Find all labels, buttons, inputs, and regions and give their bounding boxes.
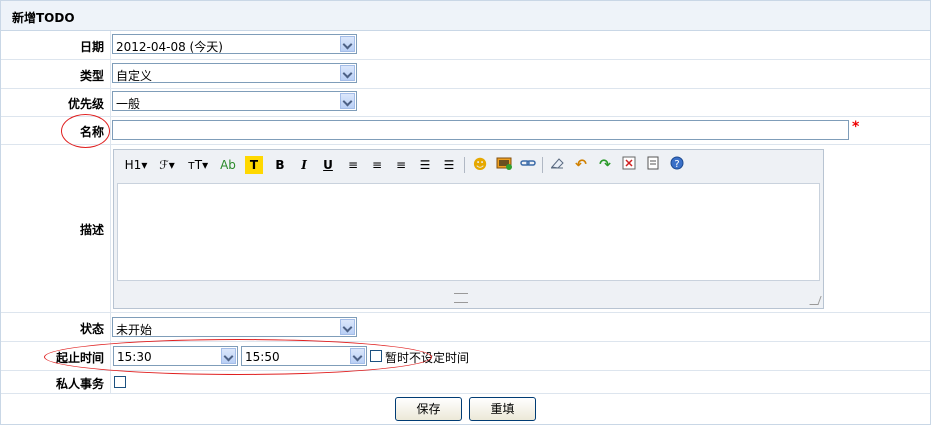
date-select[interactable]: 2012-04-08 (今天) — [112, 34, 357, 54]
editor-textarea[interactable] — [117, 183, 820, 281]
rich-text-editor: H1▾ ℱ▾ тT▾ Ab T B I U ≡ ≡ ≡ ☰ ☰ ☻ ↶ ↷ ? — [113, 149, 824, 309]
priority-cell — [110, 89, 111, 116]
undo-icon[interactable]: ↶ — [572, 156, 590, 174]
private-label: 私人事务 — [55, 377, 104, 391]
name-input[interactable] — [112, 120, 849, 140]
align-center-icon[interactable]: ≡ — [369, 156, 385, 174]
description-label: 描述 — [79, 223, 104, 237]
editor-toolbar: H1▾ ℱ▾ тT▾ Ab T B I U ≡ ≡ ≡ ☰ ☰ ☻ ↶ ↷ ? — [114, 150, 823, 180]
unordered-list-icon[interactable]: ☰ — [441, 156, 457, 174]
font-family-button[interactable]: ℱ▾ — [156, 156, 178, 174]
ordered-list-icon[interactable]: ☰ — [417, 156, 433, 174]
italic-button[interactable]: I — [296, 156, 312, 174]
no-time-label: 暂时不设定时间 — [385, 351, 470, 365]
start-time-select[interactable]: 15:30 — [113, 346, 238, 366]
svg-text:?: ? — [674, 159, 679, 170]
status-row: 状态 未开始 — [1, 313, 930, 342]
date-row: 日期 2012-04-08 (今天) — [1, 31, 930, 60]
size-label: тT — [187, 158, 203, 172]
underline-button[interactable]: U — [320, 156, 336, 174]
date-label: 日期 — [79, 40, 104, 54]
form-header: 新增TODO — [1, 1, 930, 31]
status-label: 状态 — [79, 322, 104, 336]
align-left-icon[interactable]: ≡ — [345, 156, 361, 174]
private-checkbox[interactable] — [114, 376, 126, 388]
status-select[interactable]: 未开始 — [112, 317, 357, 337]
type-label: 类型 — [79, 69, 104, 83]
type-cell — [110, 60, 111, 88]
chevron-down-icon[interactable] — [340, 65, 355, 81]
chevron-down-icon[interactable] — [340, 319, 355, 335]
status-value: 未开始 — [116, 323, 153, 337]
underline-label: U — [323, 158, 333, 172]
private-cell — [110, 371, 111, 393]
status-cell — [110, 313, 111, 341]
heading-button[interactable]: H1▾ — [124, 156, 148, 174]
chevron-down-icon[interactable] — [221, 348, 236, 364]
font-label: ℱ — [159, 158, 169, 172]
form-title: 新增TODO — [12, 11, 75, 25]
name-cell — [110, 117, 111, 144]
end-time-select[interactable]: 15:50 — [241, 346, 367, 366]
type-row: 类型 自定义 — [1, 60, 930, 89]
description-cell — [110, 145, 111, 312]
priority-select[interactable]: 一般 — [112, 91, 357, 111]
redo-icon[interactable]: ↷ — [596, 156, 614, 174]
time-row: 起止时间 15:30 15:50 暂时不设定时间 — [1, 342, 930, 371]
type-value: 自定义 — [116, 69, 153, 83]
toolbar-separator — [464, 157, 465, 173]
priority-value: 一般 — [116, 97, 141, 111]
chevron-down-icon[interactable] — [340, 36, 355, 52]
required-mark: * — [852, 119, 860, 135]
help-icon[interactable]: ? — [668, 156, 686, 174]
highlight-label: T — [249, 158, 259, 172]
eraser-icon[interactable] — [548, 156, 566, 174]
end-time-value: 15:50 — [245, 350, 280, 364]
bold-label: B — [275, 158, 285, 172]
save-button[interactable]: 保存 — [395, 397, 462, 421]
font-size-button[interactable]: тT▾ — [186, 156, 210, 174]
private-row: 私人事务 — [1, 371, 930, 394]
time-cell — [110, 342, 111, 370]
paste-icon[interactable] — [644, 156, 662, 174]
insert-image-icon[interactable] — [495, 156, 513, 174]
time-label: 起止时间 — [55, 351, 104, 365]
emoticon-icon[interactable]: ☻ — [471, 156, 489, 174]
name-label: 名称 — [79, 125, 104, 139]
name-row: 名称 * — [1, 117, 930, 145]
priority-row: 优先级 一般 — [1, 89, 930, 117]
date-cell — [110, 31, 111, 59]
chevron-down-icon[interactable] — [340, 93, 355, 109]
chevron-down-icon[interactable] — [350, 348, 365, 364]
no-time-checkbox[interactable] — [370, 350, 382, 362]
priority-label: 优先级 — [67, 97, 104, 111]
align-right-icon[interactable]: ≡ — [393, 156, 409, 174]
type-select[interactable]: 自定义 — [112, 63, 357, 83]
bold-button[interactable]: B — [272, 156, 288, 174]
fullscreen-icon[interactable] — [620, 156, 638, 174]
text-color-button[interactable]: Ab — [218, 156, 238, 174]
color-label: Ab — [220, 158, 236, 172]
italic-label: I — [301, 158, 307, 172]
date-value: 2012-04-08 (今天) — [116, 40, 223, 54]
toolbar-separator — [542, 157, 543, 173]
start-time-value: 15:30 — [117, 350, 152, 364]
heading-label: H1 — [124, 158, 142, 172]
resize-grip-icon[interactable] — [454, 293, 468, 303]
reset-button[interactable]: 重填 — [469, 397, 536, 421]
resize-handle-icon[interactable] — [809, 296, 822, 305]
highlight-button[interactable]: T — [245, 156, 263, 174]
link-icon[interactable] — [519, 156, 537, 174]
